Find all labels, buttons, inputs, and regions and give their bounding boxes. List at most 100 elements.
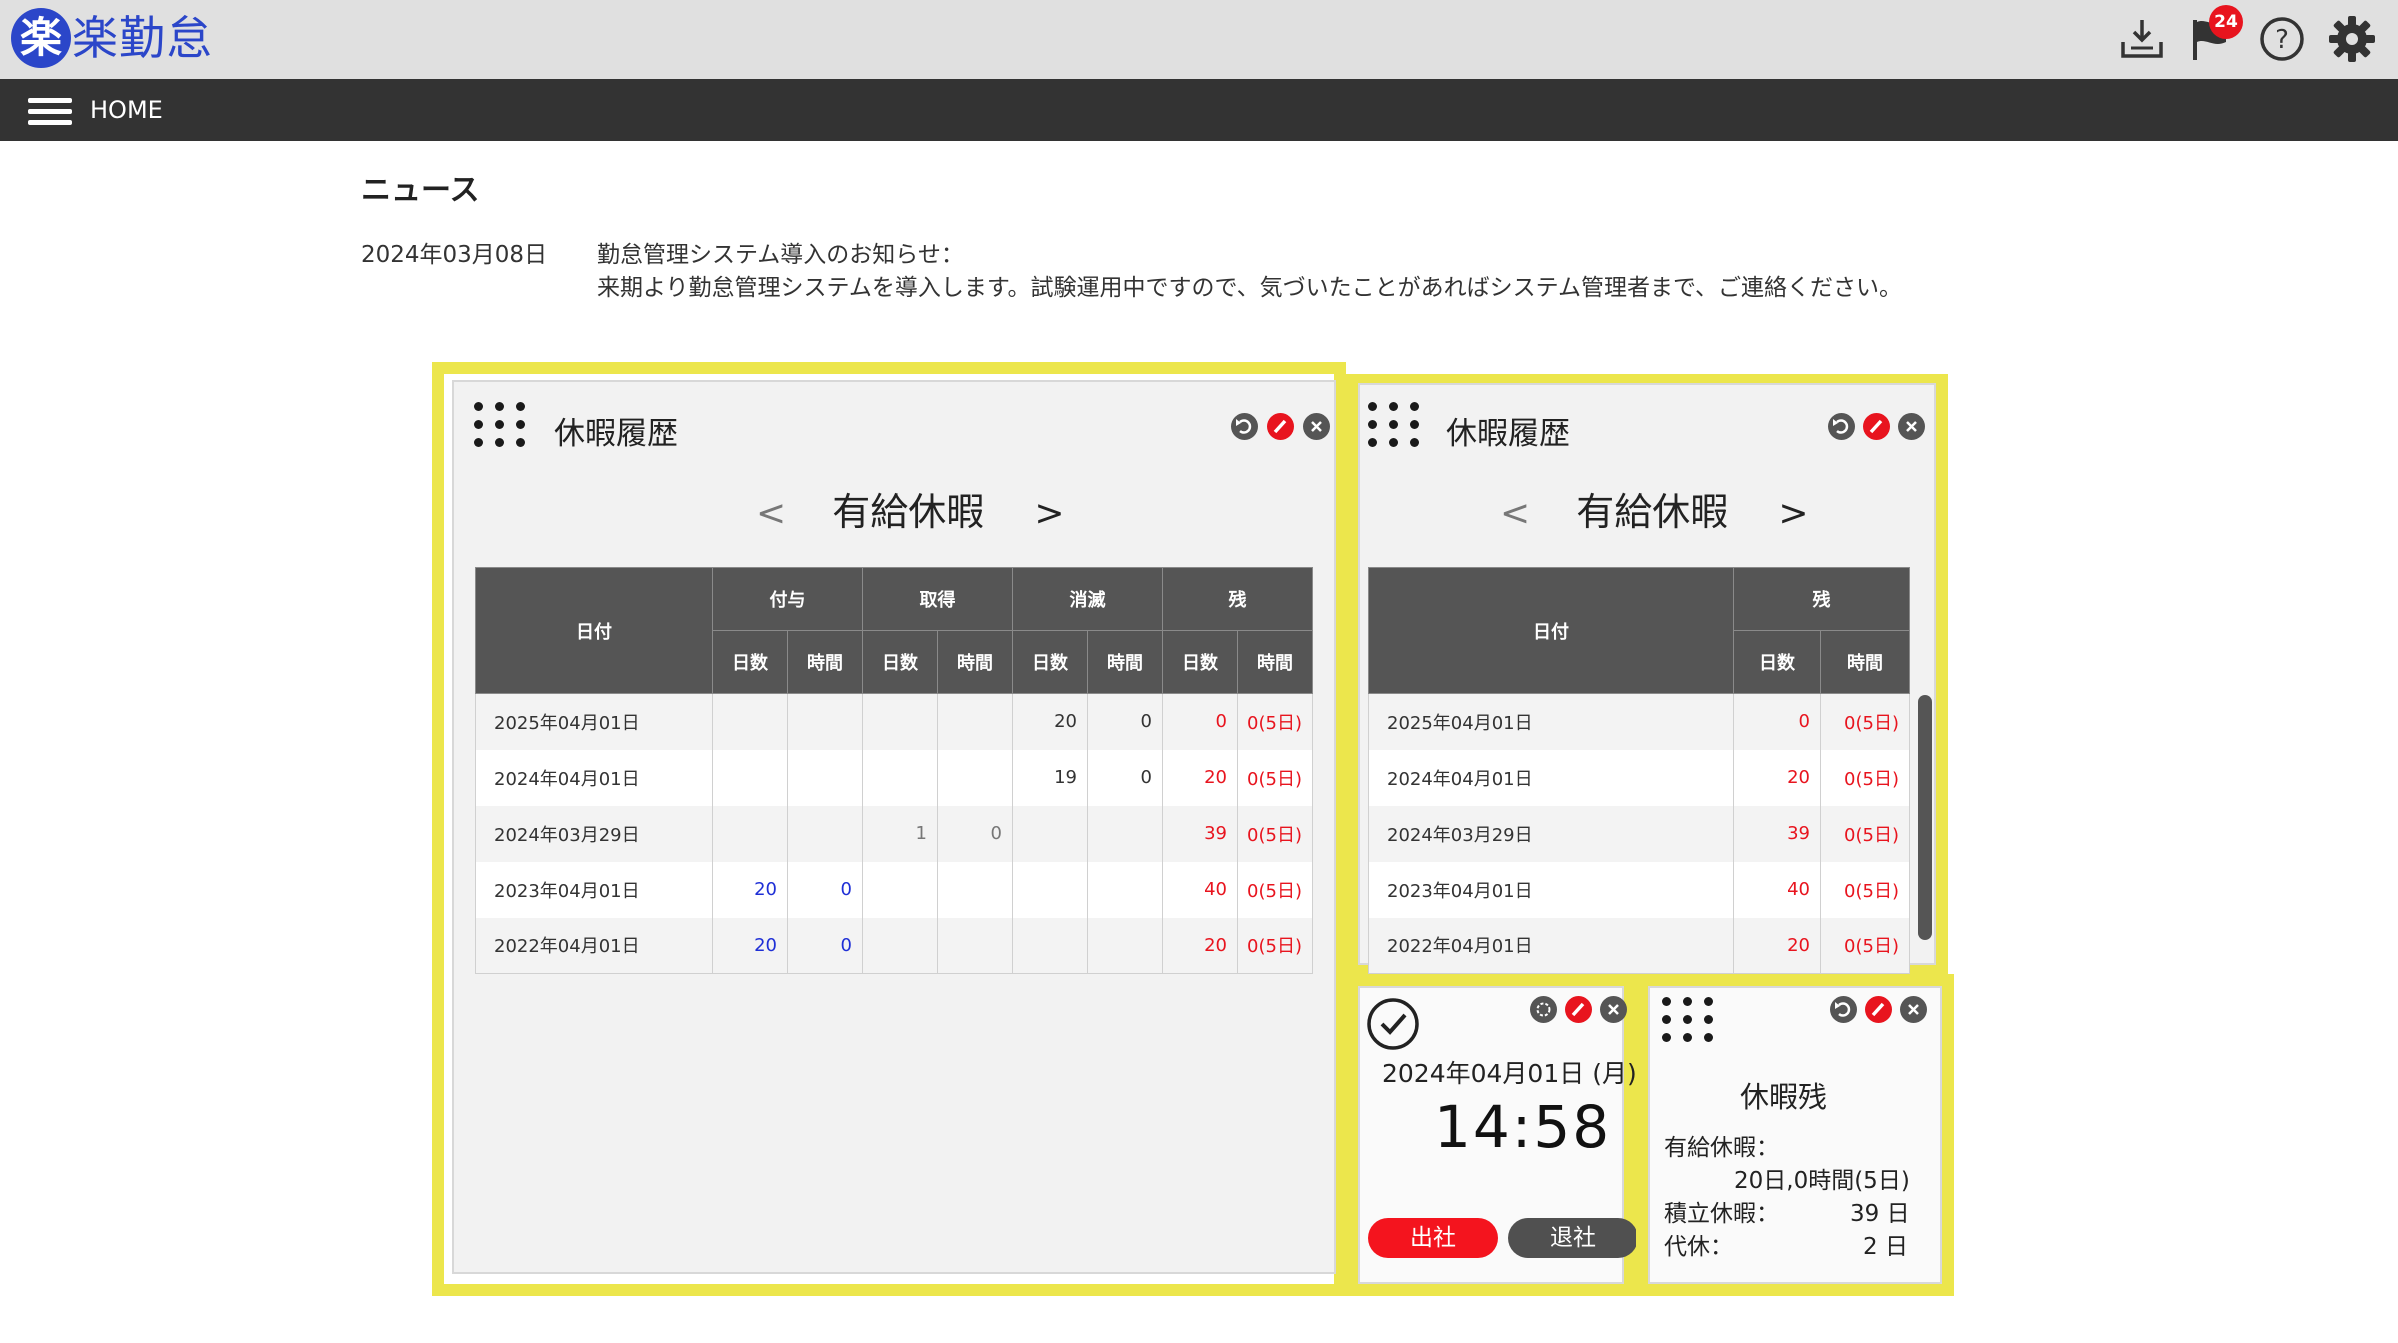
edit-pencil-icon[interactable]: [1267, 413, 1294, 440]
cell-grant-days: 20: [712, 861, 788, 918]
drag-grip-icon[interactable]: [474, 402, 528, 450]
cell-remain-days: 20: [1162, 917, 1238, 974]
settings-icon[interactable]: [1530, 996, 1557, 1023]
col-days: 日数: [862, 630, 938, 694]
check-circle-icon: [1365, 996, 1421, 1052]
table-row: 2022年04月01日 20 0 20 0(5日): [475, 917, 1313, 974]
drag-grip-icon[interactable]: [1662, 997, 1716, 1045]
edit-pencil-icon[interactable]: [1863, 413, 1890, 440]
col-group-taken: 取得: [862, 567, 1013, 631]
cell-grant-hours: [787, 749, 863, 806]
scrollbar-thumb[interactable]: [1918, 695, 1932, 940]
cell-expired-hours: [1087, 805, 1163, 862]
cell-grant-hours: 0: [787, 917, 863, 974]
notification-badge: 24: [2209, 5, 2243, 39]
clock-out-button[interactable]: 退社: [1508, 1218, 1638, 1258]
logo-badge: 楽: [11, 8, 71, 68]
cell-expired-days: [1012, 861, 1088, 918]
edit-pencil-icon[interactable]: [1865, 996, 1892, 1023]
prev-arrow[interactable]: <: [1500, 493, 1530, 534]
news-headline: 勤怠管理システム導入のお知らせ：: [597, 242, 964, 268]
table-row: 2022年04月01日 20 0(5日): [1368, 917, 1910, 974]
cell-date: 2024年03月29日: [1368, 805, 1734, 862]
cell-expired-hours: [1087, 861, 1163, 918]
news-body: 来期より勤怠管理システムを導入します。試験運用中ですので、気づいたことがあればシ…: [597, 275, 1903, 301]
col-days: 日数: [1733, 630, 1821, 694]
undo-icon[interactable]: [1231, 413, 1258, 440]
cell-remain-hours: 0(5日): [1237, 917, 1313, 974]
cell-remain-hours: 0(5日): [1237, 805, 1313, 862]
leave-type-label: 有給休暇: [832, 490, 985, 534]
cell-date: 2022年04月01日: [1368, 917, 1734, 974]
leave-balance-widget: 休暇残 有給休暇： 20日,0時間(5日) 積立休暇： 39 日 代休： 2 日: [1648, 986, 1942, 1284]
nav-home-link[interactable]: HOME: [90, 93, 163, 127]
clock-widget: 2024年04月01日 (月) 14:58 出社 退社: [1358, 986, 1638, 1284]
cell-date: 2025年04月01日: [475, 693, 713, 750]
drag-grip-icon[interactable]: [1368, 402, 1422, 450]
table-row: 2023年04月01日 20 0 40 0(5日): [475, 861, 1313, 918]
table-row: 2025年04月01日 20 0 0 0(5日): [475, 693, 1313, 750]
next-arrow[interactable]: >: [1034, 493, 1064, 534]
undo-icon[interactable]: [1828, 413, 1855, 440]
cell-remain-days: 39: [1162, 805, 1238, 862]
cell-taken-hours: [937, 917, 1013, 974]
table-row: 2024年04月01日 20 0(5日): [1368, 749, 1910, 806]
help-icon[interactable]: ?: [2257, 14, 2307, 64]
col-hours: 時間: [1237, 630, 1313, 694]
svg-text:?: ?: [2275, 25, 2289, 55]
cell-taken-days: [862, 861, 938, 918]
table-row: 2023年04月01日 40 0(5日): [1368, 861, 1910, 918]
table-row: 2024年03月29日 39 0(5日): [1368, 805, 1910, 862]
cell-expired-days: 20: [1012, 693, 1088, 750]
close-icon[interactable]: [1600, 996, 1627, 1023]
table-row: 2024年04月01日 19 0 20 0(5日): [475, 749, 1313, 806]
undo-icon[interactable]: [1830, 996, 1857, 1023]
clock-in-button[interactable]: 出社: [1368, 1218, 1498, 1258]
clock-date: 2024年04月01日 (月): [1382, 1059, 1637, 1088]
col-hours: 時間: [1087, 630, 1163, 694]
cell-taken-hours: [937, 749, 1013, 806]
cell-expired-days: 19: [1012, 749, 1088, 806]
cell-expired-hours: 0: [1087, 749, 1163, 806]
cell-remain-hours: 0(5日): [1820, 749, 1910, 806]
cell-grant-hours: 0: [787, 861, 863, 918]
close-icon[interactable]: [1303, 413, 1330, 440]
close-icon[interactable]: [1900, 996, 1927, 1023]
cell-taken-days: [862, 749, 938, 806]
top-bar: 楽 楽勤怠 24 ?: [0, 0, 2398, 79]
cell-expired-days: [1012, 805, 1088, 862]
cell-expired-hours: [1087, 917, 1163, 974]
cell-taken-hours: [937, 861, 1013, 918]
cell-taken-hours: 0: [937, 805, 1013, 862]
cell-remain-hours: 0(5日): [1237, 861, 1313, 918]
app-logo-text[interactable]: 楽勤怠: [72, 8, 213, 68]
prev-arrow[interactable]: <: [756, 493, 786, 534]
table-row: 2024年03月29日 1 0 39 0(5日): [475, 805, 1313, 862]
cell-taken-hours: [937, 693, 1013, 750]
balance-title: 休暇残: [1740, 1080, 1828, 1114]
cell-expired-days: [1012, 917, 1088, 974]
gear-icon[interactable]: [2327, 14, 2377, 64]
cell-remain-days: 20: [1162, 749, 1238, 806]
comp-leave-label: 代休：: [1664, 1234, 1733, 1260]
cell-date: 2023年04月01日: [1368, 861, 1734, 918]
col-days: 日数: [1012, 630, 1088, 694]
download-tray-icon[interactable]: [2117, 14, 2167, 64]
hamburger-menu-icon[interactable]: [28, 98, 72, 125]
paid-leave-label: 有給休暇：: [1664, 1135, 1779, 1161]
cell-taken-days: [862, 693, 938, 750]
edit-pencil-icon[interactable]: [1565, 996, 1592, 1023]
leave-history-compact-table: 日付 残 日数 時間 2025年04月01日 0 0(5日) 2024年04月0…: [1368, 567, 1910, 974]
cell-remain-days: 0: [1733, 693, 1821, 750]
cell-remain-hours: 0(5日): [1820, 861, 1910, 918]
cell-taken-days: [862, 917, 938, 974]
cell-grant-days: [712, 749, 788, 806]
scrollbar[interactable]: [1918, 567, 1932, 962]
cell-remain-days: 20: [1733, 917, 1821, 974]
cell-remain-hours: 0(5日): [1820, 917, 1910, 974]
next-arrow[interactable]: >: [1778, 493, 1808, 534]
cell-remain-hours: 0(5日): [1237, 749, 1313, 806]
close-icon[interactable]: [1898, 413, 1925, 440]
nav-bar: HOME: [0, 79, 2398, 141]
leave-type-label: 有給休暇: [1576, 490, 1729, 534]
